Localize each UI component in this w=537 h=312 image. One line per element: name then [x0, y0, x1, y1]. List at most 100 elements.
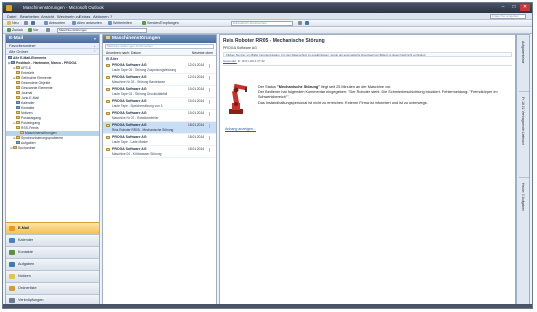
- forward-arrow-icon: [28, 28, 32, 32]
- nav-button-mail[interactable]: E-Mail: [6, 222, 99, 234]
- flag-icon[interactable]: [209, 88, 212, 92]
- list-pane-title: Maschinenstörungen: [112, 36, 161, 41]
- minimize-button[interactable]: –: [498, 4, 508, 11]
- folder-tree: Alle E-Mail-Elemente ⊟ Postfach - Hartman…: [6, 55, 99, 151]
- envelope-icon: [106, 88, 110, 91]
- flag-icon[interactable]: [209, 76, 212, 80]
- todo-bar[interactable]: Aufgabenleiste Fr 18.01 Vertragsende Lie…: [516, 34, 530, 307]
- reading-pane: Reis Roboter RR05 - Mechanische Störung …: [219, 34, 516, 307]
- standard-toolbar: Neu Antworten Allen antworten Weiterleit…: [3, 20, 532, 27]
- navigation-toolbar: Zurück Vor Maschinenstörungen: [3, 27, 532, 34]
- message-list-pane: Maschinenstörungen Maschinenstörungen du…: [102, 34, 217, 307]
- menu-go[interactable]: Wechseln zu: [57, 14, 80, 19]
- sent-folder-icon: [16, 81, 20, 84]
- folder-list-icon: [9, 286, 15, 291]
- reply-button[interactable]: Antworten: [43, 21, 66, 26]
- nav-button-notes[interactable]: Notizen: [6, 270, 99, 282]
- new-button[interactable]: Neu: [6, 21, 20, 26]
- nav-button-folder-list[interactable]: Ordnerliste: [6, 282, 99, 294]
- arrange-bar: Anordnen nach: Datum Neueste oben: [103, 50, 216, 56]
- flag-icon[interactable]: [209, 112, 212, 116]
- envelope-icon: [106, 76, 110, 79]
- message-body: Der Status "Mechanische Störung" liegt s…: [258, 85, 513, 106]
- junk-folder-icon: [16, 96, 20, 99]
- body-line-comment: Der Bediener hat folgenden Kommentar ein…: [258, 90, 498, 100]
- notes-icon: [9, 274, 15, 279]
- nav-button-contacts[interactable]: Kontakte: [6, 246, 99, 258]
- message-item[interactable]: PROGA Software AG 12.01.2014 Maschine Nr 0…: [103, 74, 216, 86]
- menu-help[interactable]: ?: [110, 14, 112, 19]
- back-button[interactable]: Zurück: [6, 28, 24, 33]
- message-item[interactable]: PROGA Software AG 18.01.2014 Maschine 04 -…: [103, 146, 216, 158]
- navigation-buttons: E-Mail Kalender Kontakte Aufgaben Notize…: [6, 222, 99, 306]
- message-item-selected[interactable]: PROGA Software AG 18.01.2014 Reis Roboter …: [103, 122, 216, 134]
- message-item[interactable]: PROGA Software AG 10.01.2014 Maschine Nr 0…: [103, 110, 216, 122]
- outbox-icon: [16, 116, 20, 119]
- address-book-icon[interactable]: [297, 21, 304, 26]
- forward-icon: [108, 21, 112, 25]
- folder-icon: [106, 36, 110, 39]
- maximize-button[interactable]: □: [509, 4, 519, 11]
- folder-icon: [16, 136, 20, 139]
- status-bar: [3, 304, 532, 308]
- sort-order-button[interactable]: Neueste oben: [192, 50, 213, 56]
- close-button[interactable]: ✕: [520, 4, 530, 11]
- delete-icon[interactable]: [30, 21, 37, 26]
- send-receive-icon: [142, 21, 146, 25]
- folder-address-input[interactable]: Maschinenstörungen: [57, 28, 147, 33]
- flag-icon[interactable]: [209, 148, 212, 152]
- menu-tools[interactable]: Extras: [79, 14, 90, 19]
- menu-edit[interactable]: Bearbeiten: [20, 14, 39, 19]
- nav-pane-title: E-Mail: [9, 36, 24, 41]
- todo-bar-label: Aufgabenleiste: [521, 41, 525, 64]
- flag-icon[interactable]: [209, 124, 212, 128]
- message-item[interactable]: PROGA Software AG 18.01.2014 Laufe Tape - …: [103, 134, 216, 146]
- forward-nav-button[interactable]: Vor: [27, 28, 39, 33]
- forward-button[interactable]: Weiterleiten: [107, 21, 133, 26]
- message-search-input[interactable]: Maschinenstörungen durchsuchen: [105, 44, 214, 49]
- tree-item-search-folders[interactable]: ⊞ Suchordner: [6, 146, 99, 151]
- home-icon[interactable]: [45, 28, 52, 33]
- message-sender[interactable]: PROGA Software AG: [220, 44, 515, 50]
- nav-button-calendar[interactable]: Kalender: [6, 234, 99, 246]
- folder-icon: [20, 131, 24, 134]
- robot-image: [229, 83, 248, 114]
- nav-button-tasks[interactable]: Aufgaben: [6, 258, 99, 270]
- menu-view[interactable]: Ansicht: [41, 14, 54, 19]
- menu-bar: Datei Bearbeiten Ansicht Wechseln zu Ext…: [3, 13, 532, 20]
- address-book-search-input[interactable]: Adressbuch durchsuchen: [231, 21, 293, 26]
- reply-icon: [44, 21, 48, 25]
- calendar-icon: [9, 238, 15, 243]
- help-search-input[interactable]: Frage hier eingeben: [490, 14, 526, 19]
- attachment-link[interactable]: Anhang anzeigen...: [225, 127, 256, 131]
- search-folder-icon: [13, 146, 17, 149]
- navigation-pane: E-Mail « Favoritenordner ⌄ Alle Ordner ⌃ A…: [5, 34, 100, 307]
- new-mail-icon: [7, 21, 11, 25]
- flag-icon[interactable]: [209, 136, 212, 140]
- back-arrow-icon: [7, 28, 11, 32]
- help-icon[interactable]: [304, 21, 311, 26]
- mail-icon: [9, 226, 15, 231]
- sent-label: Gesendet:: [223, 59, 237, 63]
- menu-actions[interactable]: Aktionen: [93, 14, 109, 19]
- outlook-window: Maschinenstörungen - Microsoft Outlook –…: [2, 2, 533, 309]
- flag-icon[interactable]: [209, 64, 212, 68]
- send-receive-button[interactable]: Senden/Empfangen: [141, 21, 180, 26]
- message-item[interactable]: PROGA Software AG 10.01.2014 Laufe Tape - …: [103, 98, 216, 110]
- menu-file[interactable]: Datei: [7, 14, 16, 19]
- all-folders-section[interactable]: Alle Ordner ⌃: [6, 49, 99, 55]
- tasks-icon: [16, 141, 20, 144]
- header-divider: [223, 65, 512, 66]
- collapse-chevron-icon[interactable]: «: [94, 35, 96, 43]
- print-icon[interactable]: [23, 21, 30, 26]
- todo-separator: [519, 177, 529, 178]
- calendar-icon: [16, 101, 20, 104]
- message-item[interactable]: PROGA Software AG 12.01.2014 Laufe Tape 05…: [103, 62, 216, 74]
- reply-all-button[interactable]: Allen antworten: [71, 21, 103, 26]
- flag-icon[interactable]: [209, 100, 212, 104]
- arrange-by-button[interactable]: Anordnen nach: Datum: [106, 50, 141, 56]
- message-item[interactable]: PROGA Software AG 10.01.2014 Laufe Tape 03…: [103, 86, 216, 98]
- notes-icon: [16, 111, 20, 114]
- todo-tasks-label: Heute: 0 Aufgaben: [521, 183, 525, 212]
- envelope-icon: [106, 112, 110, 115]
